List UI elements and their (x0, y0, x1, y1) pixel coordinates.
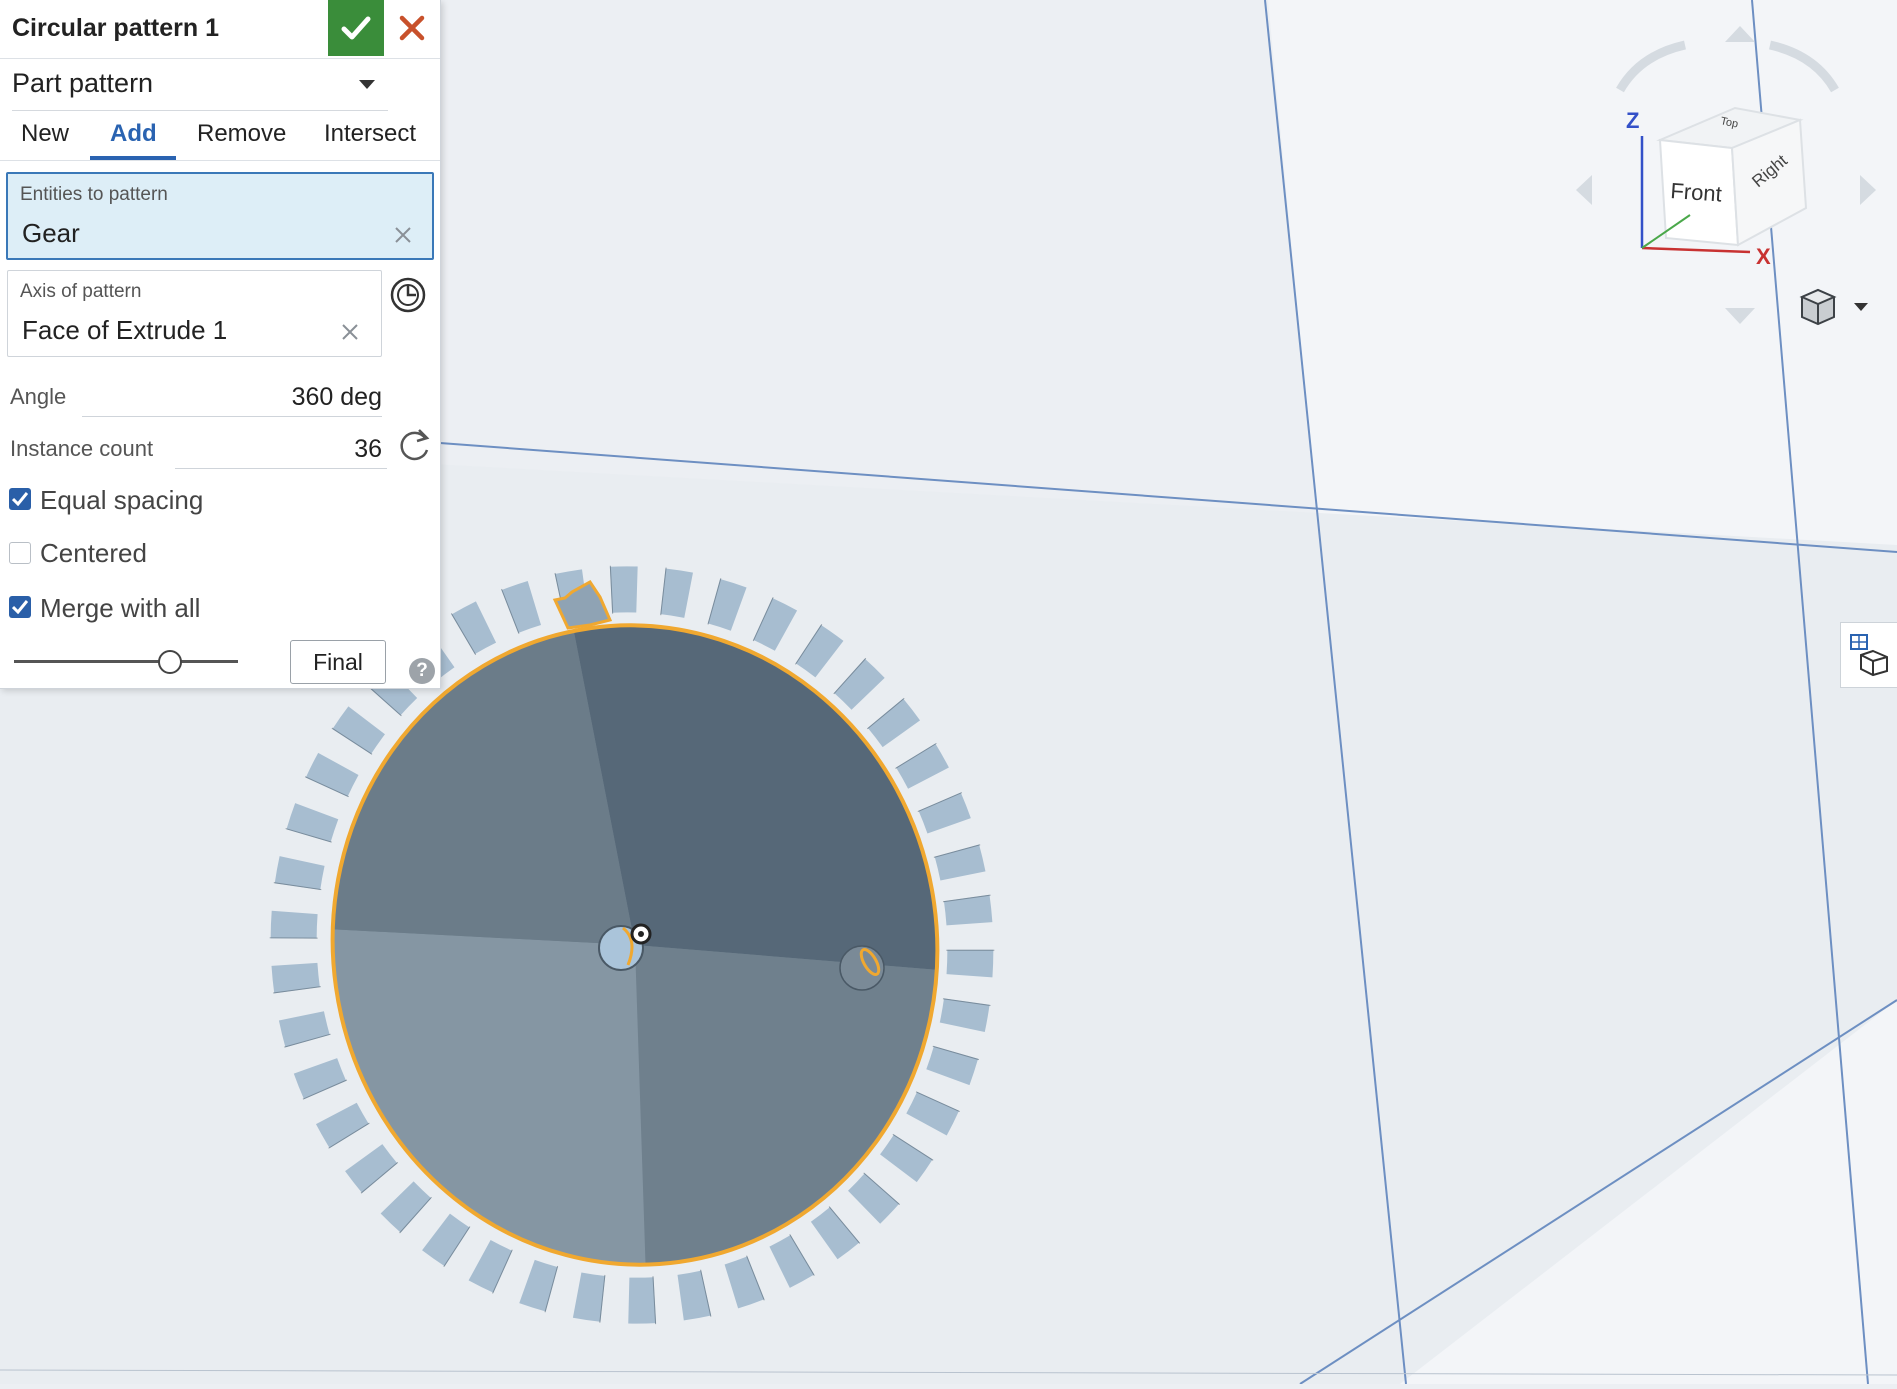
close-icon (399, 15, 425, 41)
view-up-arrow-icon[interactable] (1725, 26, 1755, 42)
view-left-arrow-icon[interactable] (1576, 175, 1592, 205)
tab-add[interactable]: Add (110, 120, 157, 148)
pattern-type-select[interactable]: Part pattern (12, 64, 388, 111)
tab-remove[interactable]: Remove (197, 120, 286, 148)
checkmark-icon (12, 600, 28, 614)
angle-underline (82, 416, 382, 417)
entities-to-pattern-field[interactable]: Entities to pattern Gear (6, 172, 434, 260)
centered-label: Centered (40, 538, 147, 568)
view-right-arrow-icon[interactable] (1860, 175, 1876, 205)
rotate-right-arrow-icon[interactable] (1768, 40, 1839, 93)
accept-button[interactable] (328, 0, 384, 56)
rollback-slider-track[interactable] (14, 660, 238, 663)
entities-field-value: Gear (22, 218, 80, 248)
view-down-arrow-icon[interactable] (1725, 308, 1755, 324)
chevron-down-icon (359, 80, 375, 89)
merge-with-all-label: Merge with all (40, 593, 201, 623)
axis-direction-icon[interactable] (389, 276, 427, 314)
chevron-down-icon[interactable] (1853, 302, 1869, 312)
equal-spacing-checkbox[interactable] (9, 488, 31, 510)
x-axis-line (1641, 246, 1751, 254)
grid-cube-icon (1850, 634, 1888, 677)
checkmark-icon (12, 492, 28, 506)
x-axis-label: X (1756, 244, 1771, 269)
circular-pattern-dialog: Circular pattern 1 Part pattern New Add … (0, 0, 441, 689)
active-tab-indicator (90, 156, 176, 160)
side-toolbar-button[interactable] (1840, 622, 1897, 688)
merge-with-all-checkbox[interactable] (9, 596, 31, 618)
z-axis-label: Z (1626, 108, 1639, 133)
checkmark-icon (341, 16, 371, 40)
entities-field-label: Entities to pattern (20, 184, 168, 205)
view-cube[interactable]: Front Right Top Z X (1570, 20, 1890, 340)
pattern-type-value: Part pattern (12, 68, 154, 98)
help-icon[interactable]: ? (409, 658, 435, 684)
centered-checkbox[interactable] (9, 542, 31, 564)
clear-icon[interactable] (341, 323, 359, 341)
equal-spacing-label: Equal spacing (40, 485, 204, 515)
axis-field-value: Face of Extrude 1 (22, 315, 228, 345)
angle-label: Angle (10, 384, 67, 409)
cancel-button[interactable] (384, 0, 440, 56)
dialog-header: Circular pattern 1 (0, 0, 440, 59)
axis-field-label: Axis of pattern (20, 281, 142, 302)
operation-tabs: New Add Remove Intersect (0, 116, 440, 161)
clear-icon[interactable] (394, 226, 412, 244)
cube-front-label: Front (1670, 178, 1723, 207)
tab-new[interactable]: New (21, 120, 69, 148)
rotate-arrow-icon[interactable] (397, 426, 433, 462)
angle-input[interactable]: 360 deg (200, 383, 382, 412)
tab-intersect[interactable]: Intersect (324, 120, 416, 148)
axis-of-pattern-field[interactable]: Axis of pattern Face of Extrude 1 (7, 270, 382, 357)
dialog-title: Circular pattern 1 (12, 14, 220, 42)
instance-count-input[interactable]: 36 (260, 435, 382, 464)
instance-count-label: Instance count (10, 436, 154, 461)
rotate-left-arrow-icon[interactable] (1616, 40, 1687, 93)
view-mode-cube-icon[interactable] (1798, 286, 1838, 328)
instance-count-underline (175, 468, 387, 469)
final-button[interactable]: Final (290, 640, 386, 684)
rollback-slider-thumb[interactable] (158, 650, 182, 674)
